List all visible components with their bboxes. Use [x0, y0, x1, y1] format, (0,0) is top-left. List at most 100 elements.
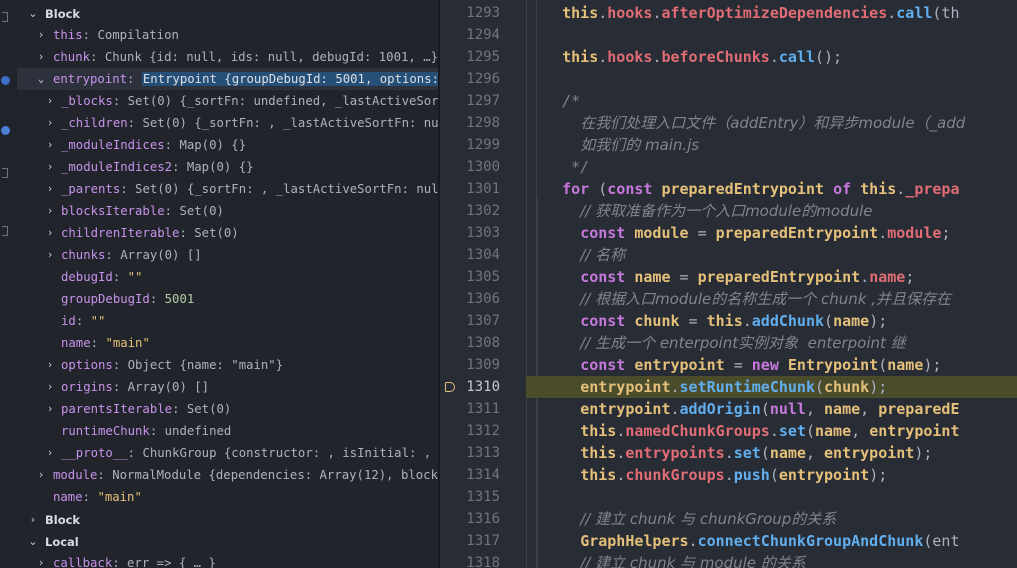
code-line-1316: // 建立 chunk 与 chunkGroup的关系	[580, 510, 837, 528]
line-number-gutter: 1293 1294 1295 1296 1297 1298 1299 1300 1301 1302…	[440, 0, 516, 568]
var-key: options	[61, 358, 113, 372]
var-value: Set(0)	[186, 402, 232, 416]
var-row-chunks[interactable]: › chunks: Array(0) []	[17, 244, 438, 266]
explorer-edge-icon[interactable]	[2, 168, 8, 178]
search-edge-icon[interactable]	[2, 226, 8, 236]
run-debug-icon[interactable]	[1, 76, 10, 85]
var-row-entrypoint[interactable]: ⌄ entrypoint: Entrypoint {groupDebugId: …	[17, 68, 438, 90]
var-row-moduleindices[interactable]: › _moduleIndices: Map(0) {}	[17, 134, 438, 156]
code-line-1293: this.hooks.afterOptimizeDependencies.cal…	[562, 4, 960, 22]
line-number[interactable]: 1306	[460, 288, 500, 310]
section-block[interactable]: ⌄ Block	[17, 3, 438, 25]
section-local[interactable]: ⌄ Local	[17, 531, 438, 553]
code-line-1298: 在我们处理入口文件（addEntry）和异步module（_add	[580, 114, 966, 132]
var-row-groupdebugid[interactable]: groupDebugId: 5001	[17, 288, 438, 310]
var-key: blocksIterable	[61, 204, 165, 218]
line-number[interactable]: 1301	[460, 178, 500, 200]
var-row-runtimechunk[interactable]: runtimeChunk: undefined	[17, 420, 438, 442]
var-row-children[interactable]: › _children: Set(0) {_sortFn: , _lastAct…	[17, 112, 438, 134]
var-row-blocks[interactable]: › _blocks: Set(0) {_sortFn: undefined, _…	[17, 90, 438, 112]
sidebar-edge-icon[interactable]	[2, 12, 8, 22]
var-row-callback[interactable]: › callback: err => { … }	[17, 552, 438, 568]
var-row-debugid[interactable]: debugId: ""	[17, 266, 438, 288]
var-key: childrenIterable	[61, 226, 180, 240]
code-line-1318: // 建立 chunk 与 module 的关系	[580, 554, 806, 568]
line-number[interactable]: 1299	[460, 134, 500, 156]
var-row-parents[interactable]: › _parents: Set(0) {_sortFn: , _lastActi…	[17, 178, 438, 200]
line-number[interactable]: 1307	[460, 310, 500, 332]
code-line-1317: GraphHelpers.connectChunkGroupAndChunk(e…	[580, 532, 960, 550]
code-line-1305: const name = preparedEntrypoint.name;	[580, 268, 915, 286]
line-number[interactable]: 1317	[460, 530, 500, 552]
var-row-origins[interactable]: › origins: Array(0) []	[17, 376, 438, 398]
line-number[interactable]: 1308	[460, 332, 500, 354]
var-value: Set(0) {_sortFn: , _lastActiveSortFn: nu…	[142, 116, 438, 130]
var-key: parentsIterable	[61, 402, 173, 416]
var-row-name-2[interactable]: name: "main"	[17, 486, 438, 508]
code-line-1314: this.chunkGroups.push(entrypoint);	[580, 466, 888, 484]
section-title: Block	[45, 7, 81, 21]
line-number[interactable]: 1297	[460, 90, 500, 112]
var-row-module[interactable]: › module: NormalModule {dependencies: Ar…	[17, 464, 438, 486]
var-row-chunk[interactable]: › chunk: Chunk {id: null, ids: null, deb…	[17, 46, 438, 68]
var-key: chunks	[61, 248, 106, 262]
var-value: "main"	[105, 336, 150, 350]
code-editor[interactable]: 1293 1294 1295 1296 1297 1298 1299 1300 1301 1302…	[440, 0, 1017, 568]
line-number[interactable]: 1310	[460, 376, 500, 398]
var-key: origins	[61, 380, 113, 394]
var-key: _parents	[61, 182, 121, 196]
line-number[interactable]: 1315	[460, 486, 500, 508]
chevron-right-icon: ›	[46, 380, 54, 393]
line-number[interactable]: 1312	[460, 420, 500, 442]
section-title: Local	[45, 535, 79, 549]
code-line-1301: for (const preparedEntrypoint of this._p…	[562, 180, 960, 198]
line-number[interactable]: 1309	[460, 354, 500, 376]
chevron-right-icon: ›	[46, 358, 54, 371]
var-row-proto[interactable]: › __proto__: ChunkGroup {constructor: , …	[17, 442, 438, 464]
code-line-1297: /*	[562, 92, 581, 110]
var-value: Object {name: "main"}	[127, 358, 284, 372]
var-row-options[interactable]: › options: Object {name: "main"}	[17, 354, 438, 376]
var-row-this[interactable]: › this: Compilation	[17, 24, 438, 46]
debugger-window: ⌄ Block › this: Compilation › chunk: Chu…	[0, 0, 1017, 568]
var-key: name	[61, 336, 91, 350]
line-number[interactable]: 1303	[460, 222, 500, 244]
extensions-icon[interactable]	[1, 126, 10, 135]
var-key: entrypoint	[53, 72, 128, 86]
var-row-parentsiterable[interactable]: › parentsIterable: Set(0)	[17, 398, 438, 420]
breakpoint-arrow-icon[interactable]	[445, 382, 455, 392]
var-row-id[interactable]: id: ""	[17, 310, 438, 332]
chevron-down-icon: ⌄	[37, 72, 45, 85]
line-number[interactable]: 1300	[460, 156, 500, 178]
line-number[interactable]: 1295	[460, 46, 500, 68]
chevron-right-icon: ›	[46, 402, 54, 415]
debug-variables-panel: ⌄ Block › this: Compilation › chunk: Chu…	[17, 0, 438, 568]
line-number[interactable]: 1304	[460, 244, 500, 266]
var-row-moduleindices2[interactable]: › _moduleIndices2: Map(0) {}	[17, 156, 438, 178]
section-block-2[interactable]: › Block	[17, 509, 438, 531]
line-number[interactable]: 1298	[460, 112, 500, 134]
chevron-right-icon: ›	[46, 446, 54, 459]
var-key: runtimeChunk	[61, 424, 150, 438]
activity-strip	[0, 0, 17, 568]
code-line-1308: // 生成一个 enterpoint实例对象 enterpoint 继	[580, 334, 906, 352]
var-value: undefined	[164, 424, 232, 438]
line-number[interactable]: 1293	[460, 2, 500, 24]
line-number[interactable]: 1316	[460, 508, 500, 530]
var-row-name[interactable]: name: "main"	[17, 332, 438, 354]
line-number[interactable]: 1294	[460, 24, 500, 46]
var-row-blocksiterable[interactable]: › blocksIterable: Set(0)	[17, 200, 438, 222]
var-key: chunk	[53, 50, 91, 64]
line-number[interactable]: 1313	[460, 442, 500, 464]
line-number[interactable]: 1314	[460, 464, 500, 486]
line-number[interactable]: 1305	[460, 266, 500, 288]
line-number[interactable]: 1311	[460, 398, 500, 420]
var-value: ""	[90, 314, 106, 328]
line-number[interactable]: 1318	[460, 552, 500, 568]
code-area[interactable]: this.hooks.afterOptimizeDependencies.cal…	[526, 0, 1017, 568]
var-row-childreniterable[interactable]: › childrenIterable: Set(0)	[17, 222, 438, 244]
line-number[interactable]: 1296	[460, 68, 500, 90]
line-number[interactable]: 1302	[460, 200, 500, 222]
